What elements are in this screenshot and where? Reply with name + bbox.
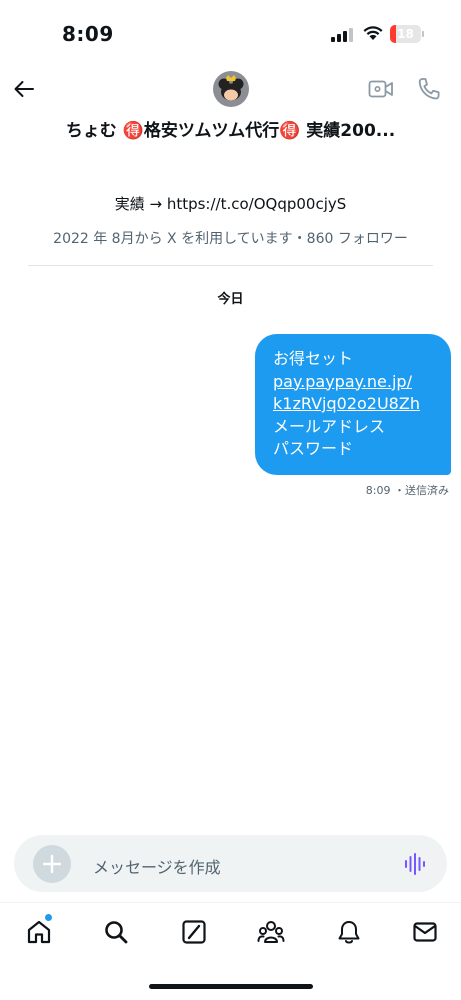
battery-tip <box>422 31 424 37</box>
profile-bio[interactable]: 実績 → https://t.co/OQqp00cjyS <box>0 193 461 214</box>
day-label: 今日 <box>217 292 244 307</box>
bell-icon <box>338 921 360 944</box>
message-link[interactable]: pay.paypay.ne.jp/ <box>273 371 437 394</box>
back-arrow-icon[interactable] <box>12 77 36 101</box>
tab-home[interactable] <box>25 918 53 946</box>
communities-icon <box>257 921 285 943</box>
video-call-icon[interactable] <box>368 78 394 100</box>
tab-messages[interactable] <box>411 918 439 946</box>
grok-icon <box>182 920 206 944</box>
conversation-title[interactable]: ちょむ 🉐格安ツムツム代行🉐 実績200... <box>0 116 461 141</box>
phone-call-icon[interactable] <box>416 76 442 102</box>
wifi-icon <box>363 26 383 40</box>
message-link[interactable]: k1zRVjq02o2U8Zh <box>273 393 437 416</box>
avatar[interactable] <box>213 71 249 107</box>
home-indicator <box>149 984 313 989</box>
tab-communities[interactable] <box>257 918 285 946</box>
message-timestamp: 8:09 ・送信済み <box>365 484 449 497</box>
plus-icon <box>42 854 62 874</box>
mouse-character-icon <box>218 75 244 101</box>
battery-percent: 18 <box>397 27 414 41</box>
tab-search[interactable] <box>102 918 130 946</box>
divider <box>28 265 433 266</box>
tab-grok[interactable] <box>180 918 208 946</box>
tabbar-divider <box>0 902 461 903</box>
message-bubble[interactable]: お得セット pay.paypay.ne.jp/ k1zRVjq02o2U8Zh … <box>255 334 451 475</box>
battery-icon: 18 <box>390 25 421 43</box>
envelope-icon <box>413 922 437 942</box>
message-line: パスワード <box>273 439 354 458</box>
message-line: お得セット <box>273 349 354 368</box>
message-composer[interactable] <box>14 835 447 892</box>
message-line: メールアドレス <box>273 416 386 436</box>
search-icon <box>105 921 128 944</box>
add-media-button[interactable] <box>33 845 71 883</box>
voice-message-icon[interactable] <box>403 852 427 876</box>
message-input[interactable]: メッセージを作成 <box>93 854 221 878</box>
notification-dot <box>44 913 53 922</box>
status-time: 8:09 <box>62 22 114 46</box>
home-icon <box>27 920 51 944</box>
cellular-signal-icon <box>331 26 355 42</box>
profile-meta: 2022 年 8月から X を利用しています・860 フォロワー <box>53 231 408 247</box>
tab-notifications[interactable] <box>335 918 363 946</box>
